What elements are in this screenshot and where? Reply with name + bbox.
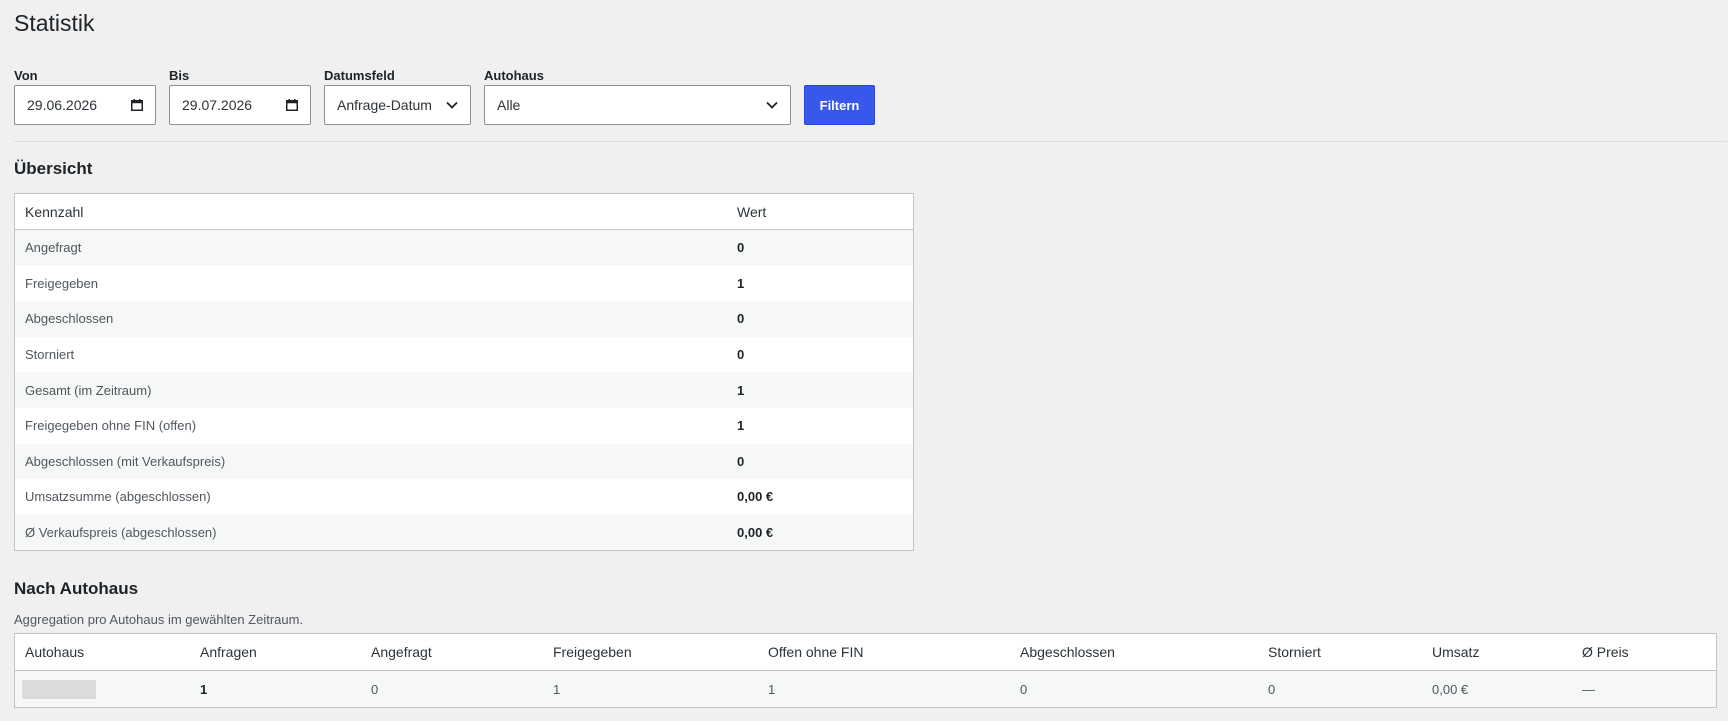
to-date-value: 29.07.2026 [182, 97, 253, 113]
requested-cell: 0 [361, 670, 543, 708]
metric-value: 0 [727, 229, 914, 266]
column-header-approved: Freigegeben [543, 633, 758, 672]
column-header-requests: Anfragen [190, 633, 361, 672]
metric-label: Freigegeben ohne FIN (offen) [25, 418, 197, 434]
metric-value: 0 [737, 347, 745, 363]
from-date-value: 29.06.2026 [27, 97, 98, 113]
chevron-down-icon [446, 101, 458, 109]
from-field: Von 29.06.2026 [14, 69, 156, 125]
overview-table: Kennzahl Wert Angefragt 0 Freigegeben 1 … [14, 193, 914, 552]
table-row: 1 0 1 1 0 0 0,00 € — [14, 670, 1717, 708]
metric-label: Freigegeben [25, 275, 98, 291]
datefield-label: Datumsfeld [324, 68, 395, 83]
dealer-name-cell [14, 670, 190, 708]
metric-value: 0 [727, 443, 914, 480]
datefield-value: Anfrage-Datum [337, 97, 432, 113]
by-dealer-description: Aggregation pro Autohaus im gewählten Ze… [14, 612, 304, 628]
metric-value: 1 [727, 372, 914, 408]
metric-label: Abgeschlossen (mit Verkaufspreis) [14, 443, 727, 480]
calendar-icon[interactable] [131, 99, 143, 111]
by-dealer-table: Autohaus Anfragen Angefragt Freigegeben … [14, 633, 1717, 709]
open-without-vin-cell: 1 [758, 670, 1010, 708]
metric-label: Gesamt (im Zeitraum) [14, 372, 727, 408]
to-date-input[interactable]: 29.07.2026 [169, 85, 311, 125]
table-row: Abgeschlossen (mit Verkaufspreis) 0 [14, 443, 914, 480]
metric-label: Storniert [25, 347, 75, 363]
filter-button[interactable]: Filtern [804, 85, 875, 125]
datefield-select[interactable]: Anfrage-Datum [324, 85, 471, 125]
table-row: Freigegeben ohne FIN (offen) 1 [15, 408, 914, 444]
table-row: Storniert 0 [15, 337, 914, 373]
column-header-metric: Kennzahl [14, 193, 727, 230]
requests-cell: 1 [190, 670, 361, 708]
metric-value: 0 [727, 301, 914, 337]
table-row: Gesamt (im Zeitraum) 1 [14, 372, 914, 408]
overview-header-row: Kennzahl Wert [14, 193, 914, 230]
cancelled-cell: 0 [1258, 670, 1422, 708]
metric-label: Ø Verkaufspreis (abgeschlossen) [14, 514, 727, 551]
metric-value: 0,00 € [727, 514, 914, 551]
redacted-dealer-name [22, 679, 96, 699]
datefield-field: Datumsfeld Anfrage-Datum [324, 69, 471, 125]
column-header-revenue: Umsatz [1422, 633, 1572, 672]
from-date-input[interactable]: 29.06.2026 [14, 85, 156, 125]
column-header-avg-price: Ø Preis [1572, 633, 1717, 672]
table-row: Ø Verkaufspreis (abgeschlossen) 0,00 € [14, 514, 914, 551]
calendar-icon[interactable] [286, 99, 298, 111]
column-header-open-without-vin: Offen ohne FIN [758, 633, 1010, 672]
metric-value: 1 [737, 418, 745, 434]
by-dealer-header-row: Autohaus Anfragen Angefragt Freigegeben … [14, 633, 1717, 672]
table-row: Freigegeben 1 [15, 266, 914, 302]
chevron-down-icon [766, 101, 778, 109]
from-label: Von [14, 68, 38, 83]
column-header-cancelled: Storniert [1258, 633, 1422, 672]
completed-cell: 0 [1010, 670, 1258, 708]
column-header-dealer: Autohaus [14, 633, 190, 672]
page-title: Statistik [14, 10, 95, 36]
table-row: Abgeschlossen 0 [14, 301, 914, 337]
approved-cell: 1 [543, 670, 758, 708]
metric-value: 1 [737, 275, 745, 291]
by-dealer-title: Nach Autohaus [14, 579, 139, 599]
dealer-field: Autohaus Alle [484, 69, 791, 125]
divider [14, 141, 1727, 142]
avg-price-cell: — [1572, 670, 1717, 708]
page-wrapper: Statistik Von 29.06.2026 Bis 29.07.2026 … [0, 0, 1728, 709]
metric-label: Angefragt [14, 229, 727, 266]
column-header-completed: Abgeschlossen [1010, 633, 1258, 672]
table-row: Angefragt 0 [14, 229, 914, 266]
overview-title: Übersicht [14, 159, 93, 178]
revenue-cell: 0,00 € [1422, 670, 1572, 708]
filter-bar: Von 29.06.2026 Bis 29.07.2026 Datumsfeld… [14, 69, 1714, 125]
to-label: Bis [169, 68, 190, 83]
column-header-value: Wert [727, 193, 914, 230]
to-field: Bis 29.07.2026 [169, 69, 311, 125]
column-header-requested: Angefragt [361, 633, 543, 672]
metric-label: Umsatzsumme (abgeschlossen) [25, 489, 211, 505]
metric-label: Abgeschlossen [14, 301, 727, 337]
dealer-value: Alle [497, 97, 521, 113]
dealer-select[interactable]: Alle [484, 85, 791, 125]
dealer-label: Autohaus [484, 68, 544, 83]
metric-value: 0,00 € [737, 489, 774, 505]
table-row: Umsatzsumme (abgeschlossen) 0,00 € [15, 479, 914, 515]
